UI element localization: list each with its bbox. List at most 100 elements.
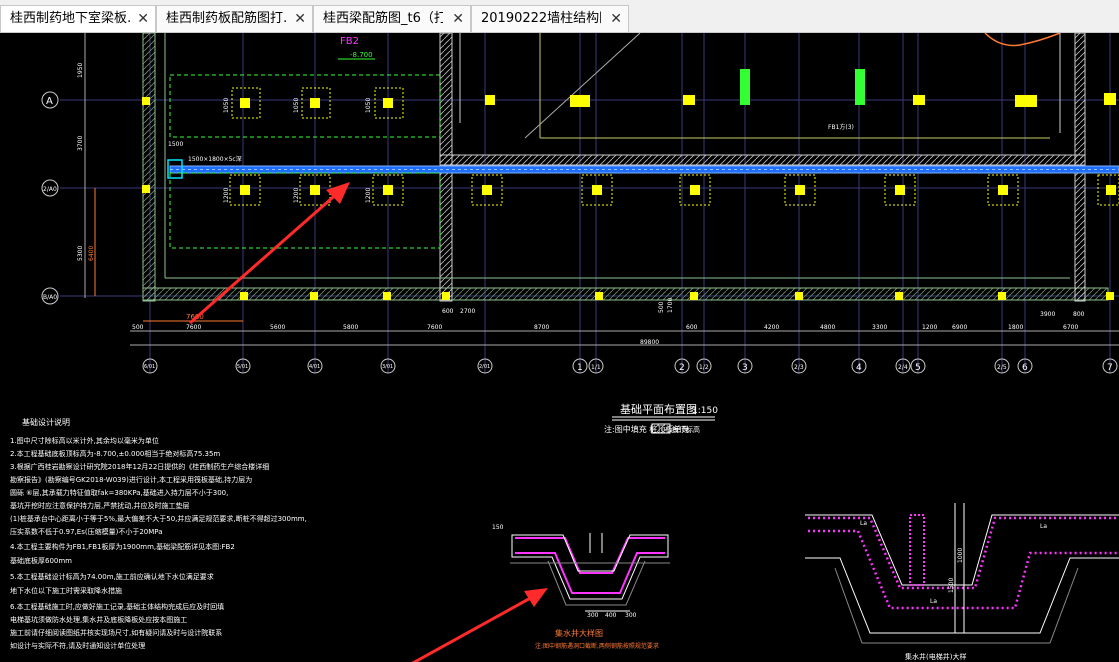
- tab-beam-reinforcement[interactable]: 桂西梁配筋图_t6（打… ✕: [313, 5, 471, 32]
- cad-drawing-canvas[interactable]: FB2 -8.700 FB1方(3) 1500×1800×5c深 1500 10…: [0, 33, 1119, 662]
- axis-label: 6/01: [144, 364, 155, 370]
- tab-basement-beam-slab[interactable]: 桂西制药地下室梁板… ✕: [0, 5, 156, 32]
- dim-label: 400: [605, 612, 617, 619]
- note-line: 基础底板厚600mm: [10, 556, 72, 565]
- tab-label: 桂西制药地下室梁板…: [10, 11, 130, 26]
- fb2-label: FB2: [340, 36, 359, 47]
- close-icon[interactable]: ✕: [452, 6, 464, 32]
- dim-label: 1200: [922, 324, 937, 331]
- foundation-plan: FB2 -8.700 FB1方(3) 1500×1800×5c深 1500 10…: [41, 33, 1119, 374]
- close-icon[interactable]: ✕: [294, 6, 306, 32]
- section1-note: 注:图中钢筋遇洞口截断,两侧钢筋按照规范要求: [535, 642, 659, 650]
- note-line: 压实系数不低于0.97,Es(压缩模量)不小于20MPa: [10, 527, 163, 536]
- dim-label: 1050: [293, 98, 300, 113]
- section1-title: 集水井大样图: [555, 628, 603, 638]
- plan-scale: 1:150: [692, 406, 718, 416]
- dim-1500: 1500: [168, 141, 183, 148]
- legend-swatch: [651, 423, 671, 434]
- axis-label: 5: [915, 363, 921, 373]
- right-dimensions: 600 2700 500 1700 3900 800: [442, 298, 1085, 318]
- note-line: 6.本工程基础施工时,应做好施工记录,基础主体结构完成后应及时回填: [10, 602, 224, 611]
- dim-label: 5600: [270, 324, 285, 331]
- note-line: 地下水位以下施工时需采取降水措施: [10, 586, 122, 595]
- axis-label: 2: [679, 363, 685, 373]
- elevation-label: -8.700: [350, 51, 373, 59]
- plan-title: 基础平面布置图: [620, 403, 697, 416]
- dim-label: La: [1040, 523, 1047, 530]
- design-notes: 基础设计说明 1.图中尺寸除标高以米计外,其余均以毫米为单位 2.本工程基础底板…: [10, 417, 307, 650]
- tab-label: 桂西梁配筋图_t6（打…: [323, 11, 443, 26]
- dim-label: 1950: [77, 63, 84, 78]
- tab-wall-column-structure[interactable]: 20190222墙柱结构图_t6 ✕: [471, 5, 629, 32]
- column-axis-bubbles: 6/01 5/01 4/01 3/01 2/01 1 1/1 2 1/2 3 2…: [142, 358, 1118, 374]
- axis-label: 2/5: [997, 364, 1007, 371]
- dim-label: 6400: [88, 246, 95, 261]
- tab-label: 20190222墙柱结构图_t6: [481, 11, 601, 26]
- dim-label: 8700: [534, 324, 549, 331]
- note-line: (1)桩基承台中心距离小于等于5%,最大偏差不大于50,并应满足规范要求,断桩不…: [10, 514, 307, 523]
- dim-label: 7600: [427, 324, 442, 331]
- pile-caps-top-row: [142, 69, 1116, 119]
- dim-label: 6700: [1063, 324, 1078, 331]
- axis-label: 7: [1107, 363, 1113, 373]
- axis-label: 2/3: [794, 364, 804, 371]
- axis-label: 1/1: [591, 364, 601, 371]
- close-icon[interactable]: ✕: [610, 6, 622, 32]
- elevator-pit-detail: 1500 1000 La La La 集水井(电梯井)大样: [805, 503, 1119, 661]
- axis-label: 3: [742, 363, 748, 373]
- dim-label: La: [860, 520, 867, 527]
- dim-label: 1500: [948, 578, 955, 593]
- notes-title: 基础设计说明: [22, 417, 70, 427]
- tab-label: 桂西制药板配筋图打…: [166, 11, 286, 26]
- dim-label: 1200: [223, 188, 230, 203]
- axis-label: 4/01: [309, 364, 320, 370]
- axis-label: 2/A0: [43, 186, 57, 193]
- row-axis-bubbles: A 2/A0 B/A0: [41, 91, 59, 305]
- axis-label: 3/01: [382, 364, 393, 370]
- dim-label: 1200: [293, 188, 300, 203]
- dim-label: La: [930, 598, 937, 605]
- note-line: 勘察报告》(勘察编号GK2018-W039)进行设计,本工程采用筏板基础,持力层…: [10, 475, 252, 484]
- tab-slab-reinforcement[interactable]: 桂西制药板配筋图打… ✕: [156, 5, 313, 32]
- note-line: 4.本工程主要构件为FB1,FB1板厚为1900mm,基础梁配筋详见本图:FB2: [10, 542, 235, 551]
- dim-label: 800: [1073, 311, 1085, 318]
- red-arrow-icon: [189, 189, 341, 325]
- note-line: 圆砾 ⑥层,其承载力特征值取fak=380KPa,基础进入持力层不小于300,: [10, 488, 228, 497]
- note-line: 施工前请仔细阅读图纸并核实现场尺寸,如有疑问请及时与设计院联系: [10, 628, 222, 637]
- pile-caps-middle-row: [142, 174, 1119, 206]
- legend-swatch-label: 板顶标高: [672, 425, 700, 434]
- axis-label: 2/01: [479, 364, 490, 370]
- dim-label: 1050: [223, 98, 230, 113]
- red-arrow-icon: [411, 593, 537, 662]
- dim-label: 1700: [667, 298, 674, 313]
- dim-label: 2700: [460, 308, 475, 315]
- dim-label: 3700: [77, 136, 84, 151]
- dim-label: 500: [658, 301, 665, 313]
- dim-label: 300: [625, 612, 637, 619]
- dim-label: 300: [587, 612, 599, 619]
- red-annotation-arrows: [189, 182, 548, 662]
- note-line: 基坑开挖时应注意保护持力层,严禁扰动,并应及时施工垫层: [10, 501, 189, 510]
- note-line: 5.本工程基础设计标高为74.00m,施工前应确认地下水位满足要求: [10, 572, 214, 581]
- note-line: 如设计与实际不符,请及时通知设计单位处理: [10, 641, 145, 650]
- axis-label: 1/2: [699, 364, 709, 371]
- note-line: 1.图中尺寸除标高以米计外,其余均以毫米为单位: [10, 436, 159, 445]
- close-icon[interactable]: ✕: [137, 6, 149, 32]
- dim-label: 1200: [365, 188, 372, 203]
- dim-label: 5300: [77, 246, 84, 261]
- axis-label: B/A0: [43, 294, 57, 301]
- dim-label: 3300: [872, 324, 887, 331]
- axis-label: A: [46, 96, 53, 107]
- dim-label: 1800: [1008, 324, 1023, 331]
- dim-label: 4200: [764, 324, 779, 331]
- axis-label: 1: [577, 363, 583, 373]
- plan-title-block: 基础平面布置图 1:150 注:图中填充 桩顶板单元 板顶标高: [604, 403, 718, 434]
- note-line: 2.本工程基础底板顶标高为-8.700,±0.000相当于绝对标高75.35m: [10, 449, 220, 458]
- axis-label: 2/4: [898, 364, 908, 371]
- sump-detail-small: 300 400 300 150 集水井大样图 注:图中钢筋遇洞口截断,两侧钢筋按…: [492, 524, 670, 650]
- dim-label: 1000: [957, 548, 964, 563]
- axis-label: 5/01: [237, 364, 248, 370]
- bottom-dimensions: 500 7600 5600 5800 7600 8700 600 4200 48…: [132, 324, 1078, 331]
- fb1-label: FB1方(3): [828, 123, 854, 131]
- dim-label: 4800: [820, 324, 835, 331]
